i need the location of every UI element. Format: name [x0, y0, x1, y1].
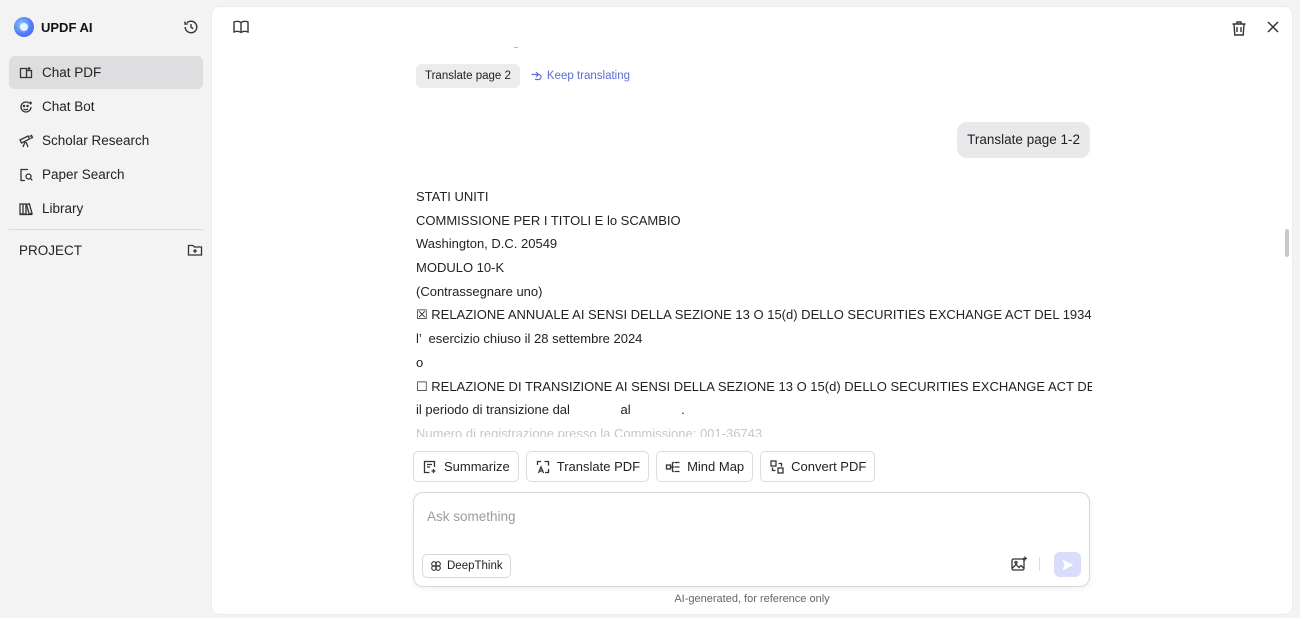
library-icon — [19, 202, 33, 215]
sidebar-item-label: Chat PDF — [42, 65, 102, 80]
image-upload-icon[interactable] — [1010, 555, 1028, 573]
sidebar-item-chat-pdf[interactable]: Chat PDF — [9, 56, 203, 89]
sidebar-item-library[interactable]: Library — [9, 192, 203, 225]
scrollbar-thumb[interactable] — [1285, 229, 1289, 257]
app-name: UPDF AI — [41, 19, 93, 35]
project-label: PROJECT — [19, 242, 83, 258]
sidebar-divider — [9, 229, 203, 230]
user-message: Translate page 1-2 — [957, 122, 1090, 158]
convert-pdf-label: Convert PDF — [791, 459, 867, 474]
deepthink-icon — [431, 561, 441, 571]
translate-pdf-label: Translate PDF — [556, 459, 641, 474]
bot-icon — [20, 100, 32, 113]
answer-line: Washington, D.C. 20549 — [416, 236, 558, 252]
history-icon[interactable] — [182, 18, 200, 36]
input-separator — [1039, 557, 1040, 571]
book-icon[interactable] — [232, 18, 250, 36]
translate-page-button[interactable]: Translate page 2 — [416, 64, 520, 88]
answer-line: COMMISSIONE PER I TITOLI E lo SCAMBIO — [416, 212, 681, 228]
deepthink-toggle[interactable]: DeepThink — [422, 554, 511, 578]
send-button[interactable] — [1054, 552, 1081, 577]
ai-answer: STATI UNITI COMMISSIONE PER I TITOLI E l… — [416, 185, 1092, 437]
sidebar: UPDF AI Chat PDF Chat Bot Scholar Resear… — [0, 0, 212, 618]
sidebar-nav: Chat PDF Chat Bot Scholar Research Paper… — [9, 56, 203, 226]
mind-map-icon — [665, 461, 680, 472]
sidebar-item-label: Chat Bot — [42, 99, 95, 114]
chat-pdf-icon — [19, 66, 33, 78]
sidebar-item-label: Scholar Research — [42, 133, 150, 148]
keep-translating-link[interactable]: Keep translating — [530, 70, 630, 82]
sidebar-item-paper-search[interactable]: Paper Search — [9, 158, 203, 191]
sidebar-item-label: Paper Search — [42, 167, 125, 182]
redo-arrow-icon — [531, 71, 542, 81]
answer-line: ☒ RELAZIONE ANNUALE AI SENSI DELLA SEZIO… — [416, 307, 1092, 323]
paper-search-icon — [20, 168, 33, 181]
translate-icon — [536, 460, 549, 473]
chat-panel: Translate page 2 Keep translating Transl… — [212, 7, 1292, 614]
answer-line: STATI UNITI — [416, 189, 489, 204]
mind-map-button[interactable]: Mind Map — [656, 451, 754, 482]
answer-line: ☐ RELAZIONE DI TRANSIZIONE AI SENSI DELL… — [416, 378, 1092, 394]
summarize-label: Summarize — [444, 459, 510, 474]
summarize-button[interactable]: Summarize — [413, 451, 519, 482]
updf-logo-icon — [14, 17, 34, 37]
convert-icon — [770, 459, 784, 474]
close-icon[interactable] — [1265, 19, 1281, 35]
sidebar-item-scholar-research[interactable]: Scholar Research — [9, 124, 203, 157]
clear-chat-icon[interactable] — [1230, 19, 1248, 37]
translate-actions: Translate page 2 Keep translating — [416, 64, 630, 88]
disclaimer: AI-generated, for reference only — [674, 593, 830, 605]
chat-messages: Translate page 2 Keep translating Transl… — [416, 47, 1092, 437]
sidebar-item-label: Library — [42, 201, 84, 216]
summarize-icon — [423, 460, 436, 473]
mind-map-label: Mind Map — [687, 459, 745, 474]
send-icon — [1062, 559, 1073, 570]
translate-pdf-button[interactable]: Translate PDF — [525, 451, 650, 482]
brand: UPDF AI — [14, 16, 93, 38]
scrolled-content-fragment — [514, 47, 518, 48]
ask-input-box[interactable]: Ask something DeepThink — [413, 492, 1090, 587]
sidebar-item-chat-bot[interactable]: Chat Bot — [9, 90, 203, 123]
answer-line: Numero di registrazione presso la Commis… — [416, 425, 763, 437]
deepthink-label: DeepThink — [447, 560, 503, 572]
ask-input-placeholder[interactable]: Ask something — [427, 509, 516, 524]
convert-pdf-button[interactable]: Convert PDF — [760, 451, 876, 482]
quick-actions: Summarize Translate PDF Mind Map Convert… — [413, 451, 876, 482]
new-folder-icon[interactable] — [187, 242, 203, 258]
project-section: PROJECT — [19, 240, 203, 260]
answer-line: il periodo di transizione dal al . — [416, 402, 685, 418]
answer-line: MODULO 10-K — [416, 260, 505, 276]
telescope-icon — [19, 134, 34, 147]
answer-line: o — [416, 354, 424, 370]
keep-translating-label: Keep translating — [546, 70, 631, 82]
answer-line: l’ esercizio chiuso il 28 settembre 2024 — [416, 331, 643, 347]
answer-line: (Contrassegnare uno) — [416, 283, 543, 299]
